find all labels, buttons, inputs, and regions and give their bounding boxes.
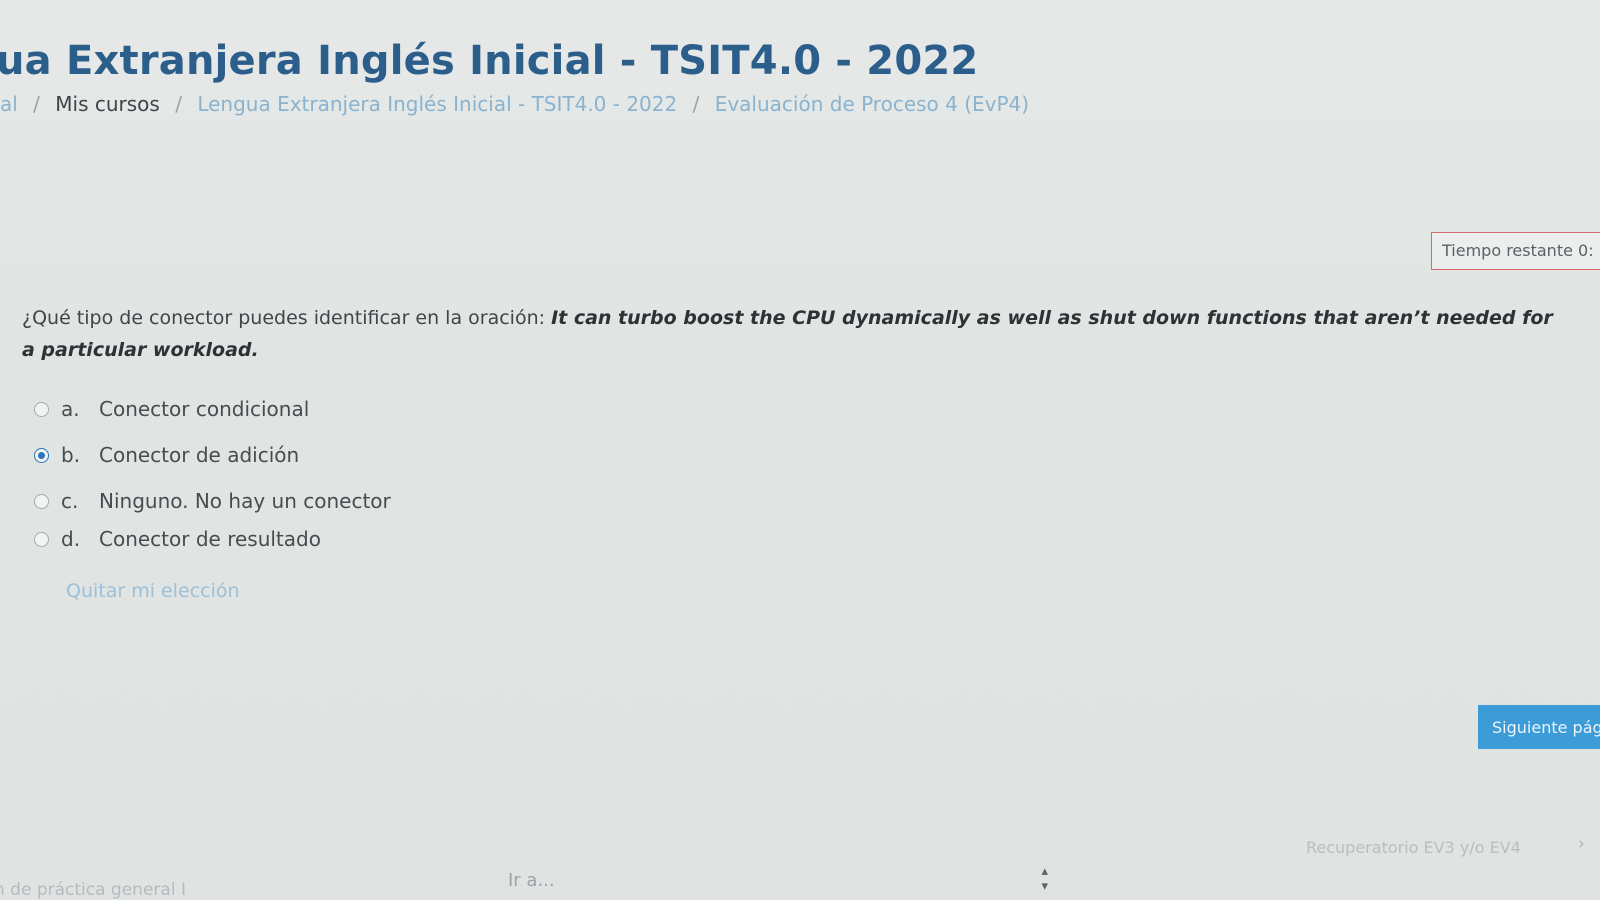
time-remaining-box: Tiempo restante 0: — [1431, 232, 1600, 270]
answer-text: Conector de resultado — [99, 527, 321, 551]
question-prompt: ¿Qué tipo de conector puedes identificar… — [22, 307, 552, 329]
time-remaining-label: Tiempo restante 0: — [1442, 241, 1594, 260]
next-activity-link[interactable]: Recuperatorio EV3 y/o EV4 — [1306, 838, 1521, 857]
answer-option-a[interactable]: a. Conector condicional — [34, 395, 391, 423]
answer-letter: d. — [61, 527, 81, 551]
breadcrumb: al / Mis cursos / Lengua Extranjera Ingl… — [0, 92, 1029, 116]
question-text: ¿Qué tipo de conector puedes identificar… — [22, 302, 1567, 366]
breadcrumb-separator: / — [33, 92, 40, 116]
breadcrumb-separator: / — [175, 92, 182, 116]
chevron-right-icon[interactable]: › — [1578, 834, 1585, 854]
breadcrumb-item-course[interactable]: Lengua Extranjera Inglés Inicial - TSIT4… — [197, 92, 677, 116]
breadcrumb-item-mis-cursos[interactable]: Mis cursos — [55, 92, 160, 116]
radio-button[interactable] — [34, 493, 49, 509]
answer-list: a. Conector condicional b. Conector de a… — [34, 395, 391, 553]
radio-button-selected[interactable] — [34, 447, 49, 463]
radio-button[interactable] — [34, 531, 49, 547]
answer-letter: a. — [61, 397, 80, 421]
breadcrumb-item-quiz[interactable]: Evaluación de Proceso 4 (EvP4) — [715, 92, 1029, 116]
answer-option-b[interactable]: b. Conector de adición — [34, 441, 391, 469]
breadcrumb-item-home[interactable]: al — [0, 92, 18, 116]
answer-letter: b. — [61, 443, 81, 467]
breadcrumb-separator: / — [692, 92, 700, 116]
previous-activity-link[interactable]: n de práctica general I — [0, 880, 186, 900]
answer-text: Conector condicional — [99, 397, 310, 421]
jump-to-select[interactable]: Ir a... ▴ ▾ — [500, 864, 1060, 898]
answer-option-c[interactable]: c. Ninguno. No hay un conector — [34, 487, 391, 515]
select-caret-icon: ▴ ▾ — [1041, 864, 1048, 894]
answer-letter: c. — [61, 489, 79, 513]
clear-choice-link[interactable]: Quitar mi elección — [66, 580, 240, 602]
page-title: ua Extranjera Inglés Inicial - TSIT4.0 -… — [0, 38, 979, 84]
radio-button[interactable] — [34, 401, 49, 417]
answer-text: Conector de adición — [99, 443, 300, 467]
jump-to-label: Ir a... — [508, 870, 555, 891]
next-page-button[interactable]: Siguiente pág — [1478, 705, 1600, 749]
answer-text: Ninguno. No hay un conector — [99, 489, 391, 513]
answer-option-d[interactable]: d. Conector de resultado — [34, 525, 391, 553]
